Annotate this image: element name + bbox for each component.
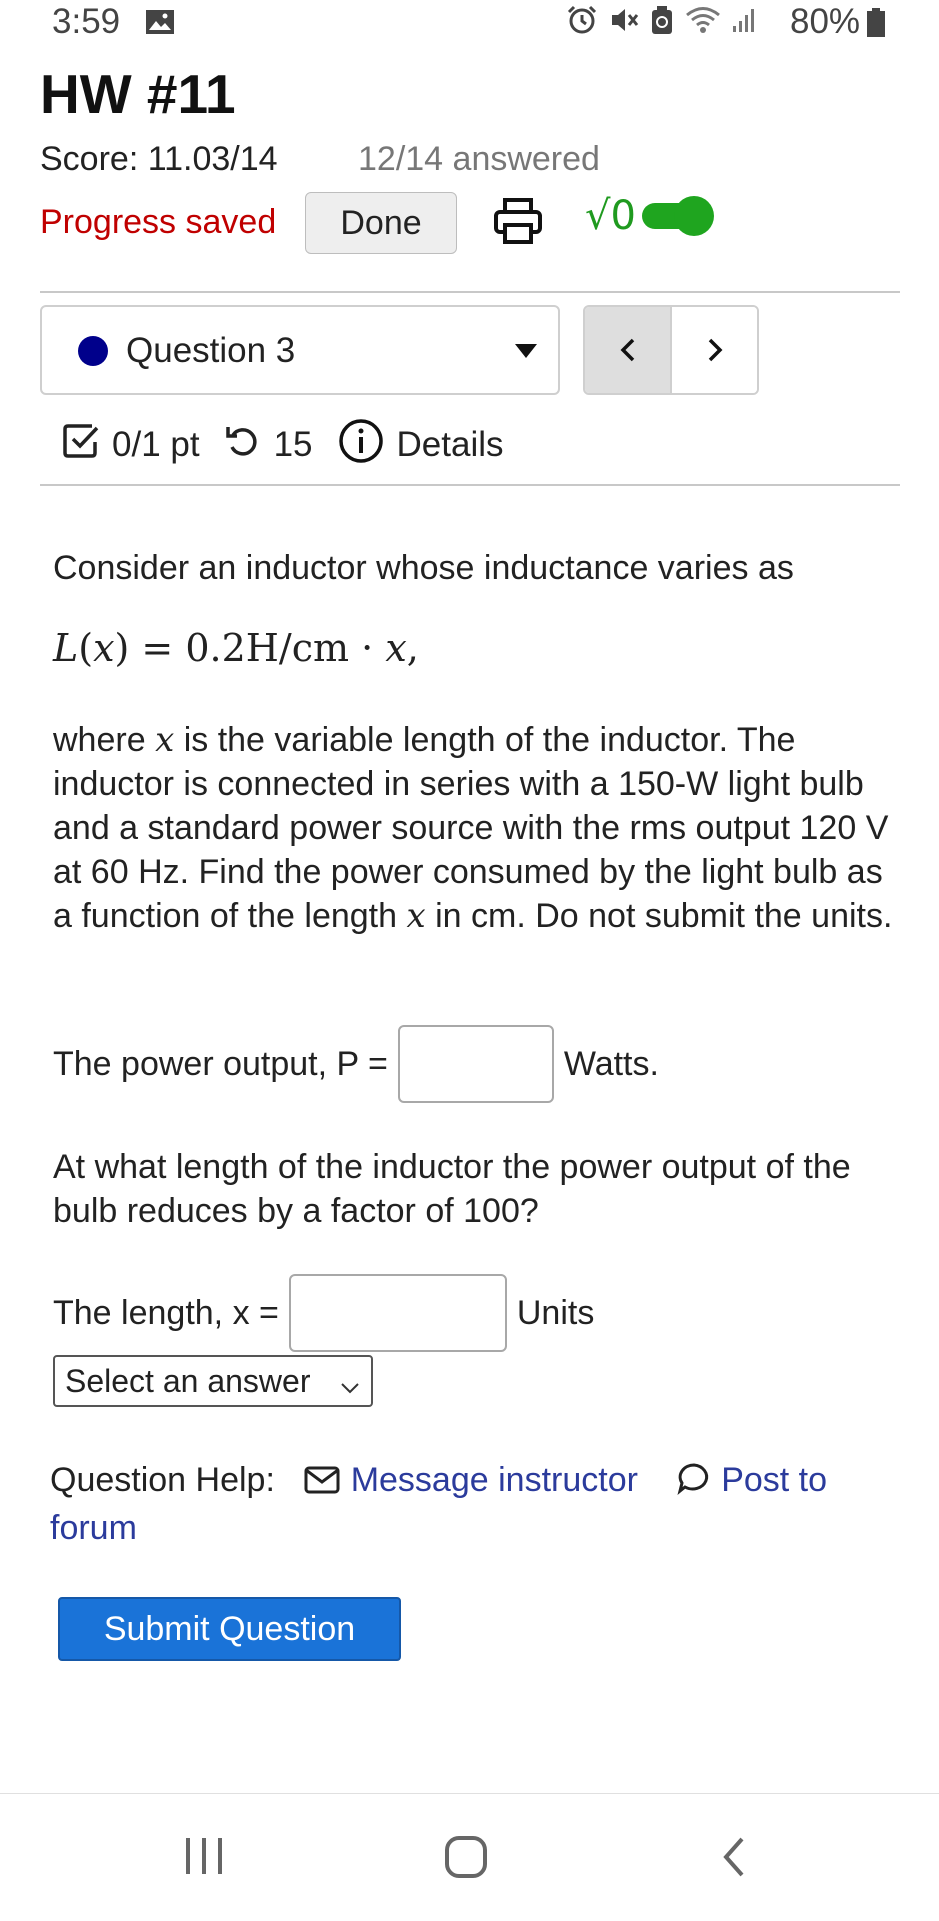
help-label: Question Help: bbox=[50, 1461, 275, 1499]
system-nav-bar bbox=[0, 1793, 939, 1921]
formula-variable: x bbox=[93, 626, 115, 670]
power-unit: Watts. bbox=[563, 1044, 659, 1083]
back-icon[interactable] bbox=[716, 1834, 752, 1885]
power-input[interactable] bbox=[397, 1025, 554, 1103]
formula-variable: x bbox=[385, 626, 407, 670]
mute-icon bbox=[607, 4, 641, 41]
chevron-down-icon bbox=[339, 1370, 361, 1407]
sqrt-icon: √0 bbox=[585, 193, 636, 239]
power-answer-row: The power output, P = Watts. bbox=[53, 1024, 659, 1104]
formula-equals: = bbox=[141, 626, 174, 670]
checkbox-icon bbox=[62, 422, 100, 469]
battery-percent: 80% bbox=[790, 2, 861, 41]
message-instructor-label: Message instructor bbox=[350, 1461, 638, 1499]
toggle-knob bbox=[673, 196, 714, 236]
wifi-icon bbox=[683, 4, 723, 41]
chevron-right-icon bbox=[708, 338, 722, 362]
question-status-dot bbox=[78, 336, 108, 366]
chat-bubble-icon bbox=[676, 1461, 712, 1506]
paragraph-text: in cm. Do not submit the units. bbox=[425, 897, 893, 935]
home-icon[interactable] bbox=[443, 1834, 489, 1885]
page-title: HW #11 bbox=[40, 63, 236, 125]
details-link[interactable]: Details bbox=[397, 425, 504, 465]
unit-select[interactable]: Select an answer bbox=[53, 1355, 373, 1407]
formula-tail: , bbox=[406, 626, 419, 670]
progress-status: Progress saved bbox=[40, 203, 277, 241]
next-question-button[interactable] bbox=[672, 307, 757, 393]
recent-apps-icon[interactable] bbox=[182, 1834, 226, 1883]
caret-down-icon bbox=[515, 344, 537, 358]
formula-function: L bbox=[53, 626, 79, 670]
power-label: The power output, P = bbox=[53, 1044, 388, 1083]
length-unit: Units bbox=[516, 1293, 595, 1332]
question-paragraph: where x is the variable length of the in… bbox=[53, 718, 903, 938]
submit-question-button[interactable]: Submit Question bbox=[58, 1597, 401, 1661]
previous-question-button[interactable] bbox=[585, 307, 672, 393]
math-entry-toggle[interactable]: √0 bbox=[585, 193, 714, 239]
question-nav bbox=[583, 305, 759, 395]
divider bbox=[40, 291, 900, 293]
attempts-count: 15 bbox=[273, 425, 313, 464]
info-icon[interactable] bbox=[337, 417, 385, 474]
divider bbox=[40, 484, 900, 486]
alarm-icon bbox=[565, 4, 599, 41]
math-variable: x bbox=[155, 720, 175, 760]
message-instructor-link[interactable]: Message instructor bbox=[303, 1461, 638, 1499]
status-bar: 3:59 80% bbox=[0, 0, 939, 44]
math-variable: x bbox=[406, 896, 426, 936]
signal-icon bbox=[731, 4, 759, 41]
recycle-icon bbox=[649, 4, 675, 41]
retry-icon bbox=[224, 422, 262, 469]
battery-icon bbox=[866, 8, 886, 43]
answered-count: 12/14 answered bbox=[358, 140, 600, 178]
formula-coefficient: 0.2H/cm bbox=[185, 626, 350, 670]
question-part-two: At what length of the inductor the power… bbox=[53, 1148, 851, 1230]
formula-dot: · bbox=[361, 626, 374, 670]
print-icon[interactable] bbox=[493, 197, 543, 250]
question-intro: Consider an inductor whose inductance va… bbox=[53, 549, 794, 587]
gallery-icon bbox=[145, 9, 175, 40]
chevron-left-icon bbox=[620, 338, 634, 362]
question-details-row: 0/1 pt 15 Details bbox=[62, 418, 504, 470]
unit-select-label: Select an answer bbox=[65, 1362, 311, 1399]
score-text: Score: 11.03/14 bbox=[40, 140, 278, 178]
length-answer-row: The length, x = Units bbox=[53, 1273, 594, 1353]
question-dropdown[interactable]: Question 3 bbox=[40, 305, 560, 395]
question-dropdown-label: Question 3 bbox=[126, 331, 296, 370]
toggle-switch[interactable] bbox=[641, 196, 714, 236]
envelope-icon bbox=[303, 1462, 341, 1506]
question-help: Question Help: Message instructor Post t… bbox=[50, 1458, 910, 1550]
inductance-formula: L(x) = 0.2H/cm · x, bbox=[53, 626, 419, 670]
length-input[interactable] bbox=[288, 1274, 507, 1352]
points-text: 0/1 pt bbox=[112, 425, 200, 464]
status-time: 3:59 bbox=[52, 2, 121, 41]
done-button[interactable]: Done bbox=[305, 192, 457, 254]
length-label: The length, x = bbox=[53, 1293, 279, 1332]
paragraph-text: where bbox=[53, 721, 156, 759]
